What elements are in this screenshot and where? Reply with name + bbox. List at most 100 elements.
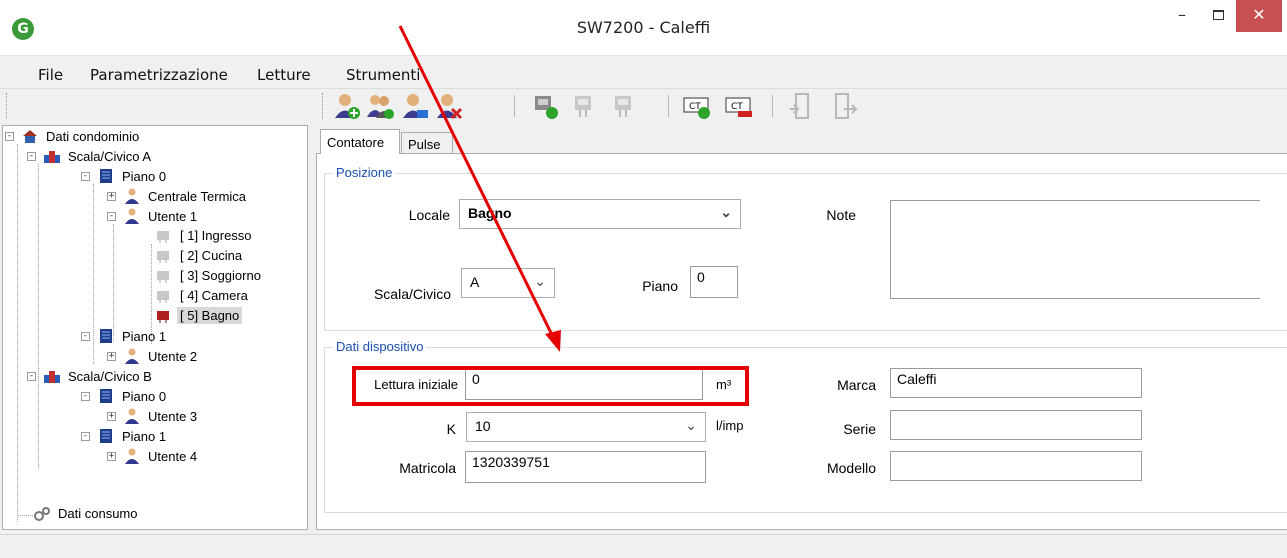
dati-dispositivo-legend: Dati dispositivo <box>333 339 427 354</box>
maximize-button[interactable] <box>1201 0 1235 32</box>
meter-selected-icon <box>157 311 169 323</box>
expand-toggle[interactable]: + <box>107 192 116 201</box>
collapse-toggle[interactable]: - <box>107 212 116 221</box>
meter-icon <box>157 271 169 283</box>
tree-label: [ 2] Cucina <box>180 248 243 263</box>
tree-connector <box>93 184 94 364</box>
scala-civico-select[interactable]: A ⌄ <box>461 268 555 298</box>
tree-label: [ 4] Camera <box>180 288 248 303</box>
serie-input[interactable] <box>890 410 1142 440</box>
piano-label: Piano <box>642 278 678 294</box>
marca-input[interactable]: Caleffi <box>890 368 1142 398</box>
tree-label: Dati consumo <box>58 506 138 521</box>
expand-toggle[interactable]: + <box>107 352 116 361</box>
building-icon <box>44 371 60 383</box>
chevron-down-icon: ⌄ <box>720 204 732 220</box>
collapse-toggle[interactable]: - <box>27 372 36 381</box>
toolbar-separator <box>668 95 669 117</box>
note-label: Note <box>826 207 856 223</box>
tree-node-room-2[interactable]: [ 2] Cucina <box>155 248 245 268</box>
meter-disabled-icon[interactable] <box>610 91 640 121</box>
k-label: K <box>446 421 456 437</box>
tree-label: Piano 0 <box>122 169 167 184</box>
modello-input[interactable] <box>890 451 1142 481</box>
serie-label: Serie <box>843 421 876 437</box>
meter-icon <box>157 231 169 243</box>
meter-icon[interactable] <box>570 91 600 121</box>
tab-pulse[interactable]: Pulse <box>401 132 453 154</box>
collapse-toggle[interactable]: - <box>81 432 90 441</box>
tree-connector <box>17 144 18 522</box>
tree-label: [ 1] Ingresso <box>180 228 252 243</box>
scala-civico-value: A <box>470 274 480 290</box>
add-users-icon[interactable] <box>366 91 396 121</box>
collapse-toggle[interactable]: - <box>5 132 14 141</box>
toolbar-separator <box>772 95 773 117</box>
menu-strumenti[interactable]: Strumenti <box>346 66 420 84</box>
floor-icon <box>100 389 112 403</box>
user-icon <box>125 448 139 464</box>
close-button[interactable]: ✕ <box>1236 0 1282 32</box>
user-icon <box>125 348 139 364</box>
delete-user-icon[interactable] <box>434 91 464 121</box>
door-icon[interactable] <box>788 91 818 121</box>
locale-select[interactable]: Bagno ⌄ <box>459 199 741 229</box>
matricola-input[interactable]: 1320339751 <box>465 451 706 483</box>
note-textarea[interactable] <box>890 200 1260 299</box>
menu-file[interactable]: File <box>38 66 63 84</box>
piano-input[interactable]: 0 <box>690 266 738 298</box>
add-user-icon[interactable] <box>332 91 362 121</box>
expand-toggle[interactable]: + <box>107 412 116 421</box>
menu-letture[interactable]: Letture <box>257 66 311 84</box>
menu-parametrizzazione[interactable]: Parametrizzazione <box>90 66 228 84</box>
tree-connector <box>38 164 39 407</box>
tree-view[interactable]: - Dati condominio - Scala/Civico A - Pia… <box>2 125 308 530</box>
remove-ct-icon[interactable]: CT <box>724 91 754 121</box>
tree-node-room-4[interactable]: [ 4] Camera <box>155 288 251 308</box>
expand-toggle[interactable]: + <box>107 452 116 461</box>
add-meter-icon[interactable] <box>530 91 560 121</box>
add-ct-icon[interactable]: CT <box>682 91 712 121</box>
tree-connector <box>38 408 39 469</box>
tree-node-dati-consumo[interactable]: Dati consumo <box>33 506 140 526</box>
gears-icon <box>34 507 50 521</box>
lettura-iniziale-label: Lettura iniziale <box>374 377 458 392</box>
tree-label: Piano 0 <box>122 389 167 404</box>
collapse-toggle[interactable]: - <box>81 392 90 401</box>
tree-label: Scala/Civico B <box>68 369 152 384</box>
tree-label: Dati condominio <box>46 129 140 144</box>
tree-label: Utente 3 <box>148 409 198 424</box>
edit-user-icon[interactable] <box>400 91 430 121</box>
door-out-icon[interactable] <box>830 91 860 121</box>
tree-label: Utente 1 <box>148 209 198 224</box>
window-title: SW7200 - Caleffi <box>576 18 711 37</box>
tree-label: Utente 2 <box>148 349 198 364</box>
matricola-label: Matricola <box>399 460 456 476</box>
tree-node-room-5[interactable]: [ 5] Bagno <box>155 307 243 328</box>
tab-contatore[interactable]: Contatore <box>320 129 400 154</box>
tree-label: Scala/Civico A <box>68 149 152 164</box>
k-select[interactable]: 10 ⌄ <box>466 412 706 442</box>
meter-icon <box>157 251 169 263</box>
tree-node-room-3[interactable]: [ 3] Soggiorno <box>155 268 264 288</box>
scala-civico-label: Scala/Civico <box>373 286 451 302</box>
floor-icon <box>100 329 112 343</box>
minimize-button[interactable]: – <box>1164 0 1200 32</box>
floor-icon <box>100 169 112 183</box>
collapse-toggle[interactable]: - <box>27 152 36 161</box>
locale-label: Locale <box>408 207 450 223</box>
condominium-icon <box>23 130 37 143</box>
floor-icon <box>100 429 112 443</box>
menu-bar: File Parametrizzazione Letture Strumenti <box>0 60 1287 86</box>
lettura-unit: m³ <box>716 377 732 392</box>
tree-label: Utente 4 <box>148 449 198 464</box>
toolbar-grip[interactable] <box>322 93 325 119</box>
tree-node-room-1[interactable]: [ 1] Ingresso <box>155 228 255 248</box>
lettura-iniziale-input[interactable]: 0 <box>465 368 703 400</box>
toolbar-grip[interactable] <box>6 93 9 119</box>
collapse-toggle[interactable]: - <box>81 332 90 341</box>
user-icon <box>125 188 139 204</box>
status-bar <box>0 534 1287 558</box>
tree-label: Piano 1 <box>122 429 167 444</box>
collapse-toggle[interactable]: - <box>81 172 90 181</box>
